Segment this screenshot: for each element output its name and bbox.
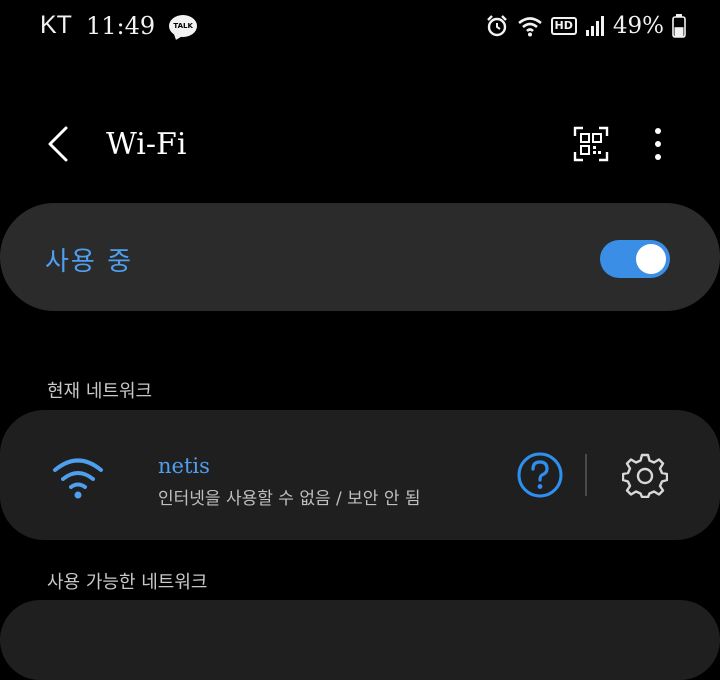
wifi-signal-icon xyxy=(517,17,542,37)
wifi-icon xyxy=(53,458,103,499)
kakaotalk-icon: TALK xyxy=(169,14,198,37)
wifi-switch[interactable] xyxy=(600,240,670,278)
alarm-icon xyxy=(486,15,507,37)
available-networks-header: 사용 가능한 네트워크 xyxy=(47,572,208,593)
available-networks-list xyxy=(0,600,720,680)
page-title: Wi-Fi xyxy=(106,127,187,162)
network-name: netis xyxy=(158,454,210,478)
clock: 11:49 xyxy=(85,11,156,40)
battery-percent: 49% xyxy=(612,13,664,39)
more-options-icon[interactable] xyxy=(648,124,668,164)
cell-signal-icon xyxy=(585,16,604,36)
network-status: 인터넷을 사용할 수 없음 / 보안 안 됨 xyxy=(158,489,421,509)
qr-scan-icon[interactable] xyxy=(573,126,609,162)
switch-knob xyxy=(636,244,666,274)
hd-voice-icon: HD xyxy=(550,17,577,35)
back-arrow-icon[interactable] xyxy=(44,124,74,164)
settings-gear-icon[interactable] xyxy=(622,452,668,498)
current-network-item[interactable]: netis 인터넷을 사용할 수 없음 / 보안 안 됨 xyxy=(0,410,720,540)
wifi-toggle-row[interactable]: 사용 중 xyxy=(0,203,720,311)
divider xyxy=(585,454,587,496)
battery-icon xyxy=(672,14,686,38)
status-bar: KT 11:49 TALK HD 49% xyxy=(0,0,720,56)
carrier-name: KT xyxy=(40,11,72,39)
current-network-header: 현재 네트워크 xyxy=(47,381,153,402)
wifi-toggle-label: 사용 중 xyxy=(45,247,134,277)
app-bar: Wi-Fi xyxy=(0,110,720,180)
talk-badge-text: TALK xyxy=(173,21,193,30)
help-icon[interactable] xyxy=(516,451,564,499)
